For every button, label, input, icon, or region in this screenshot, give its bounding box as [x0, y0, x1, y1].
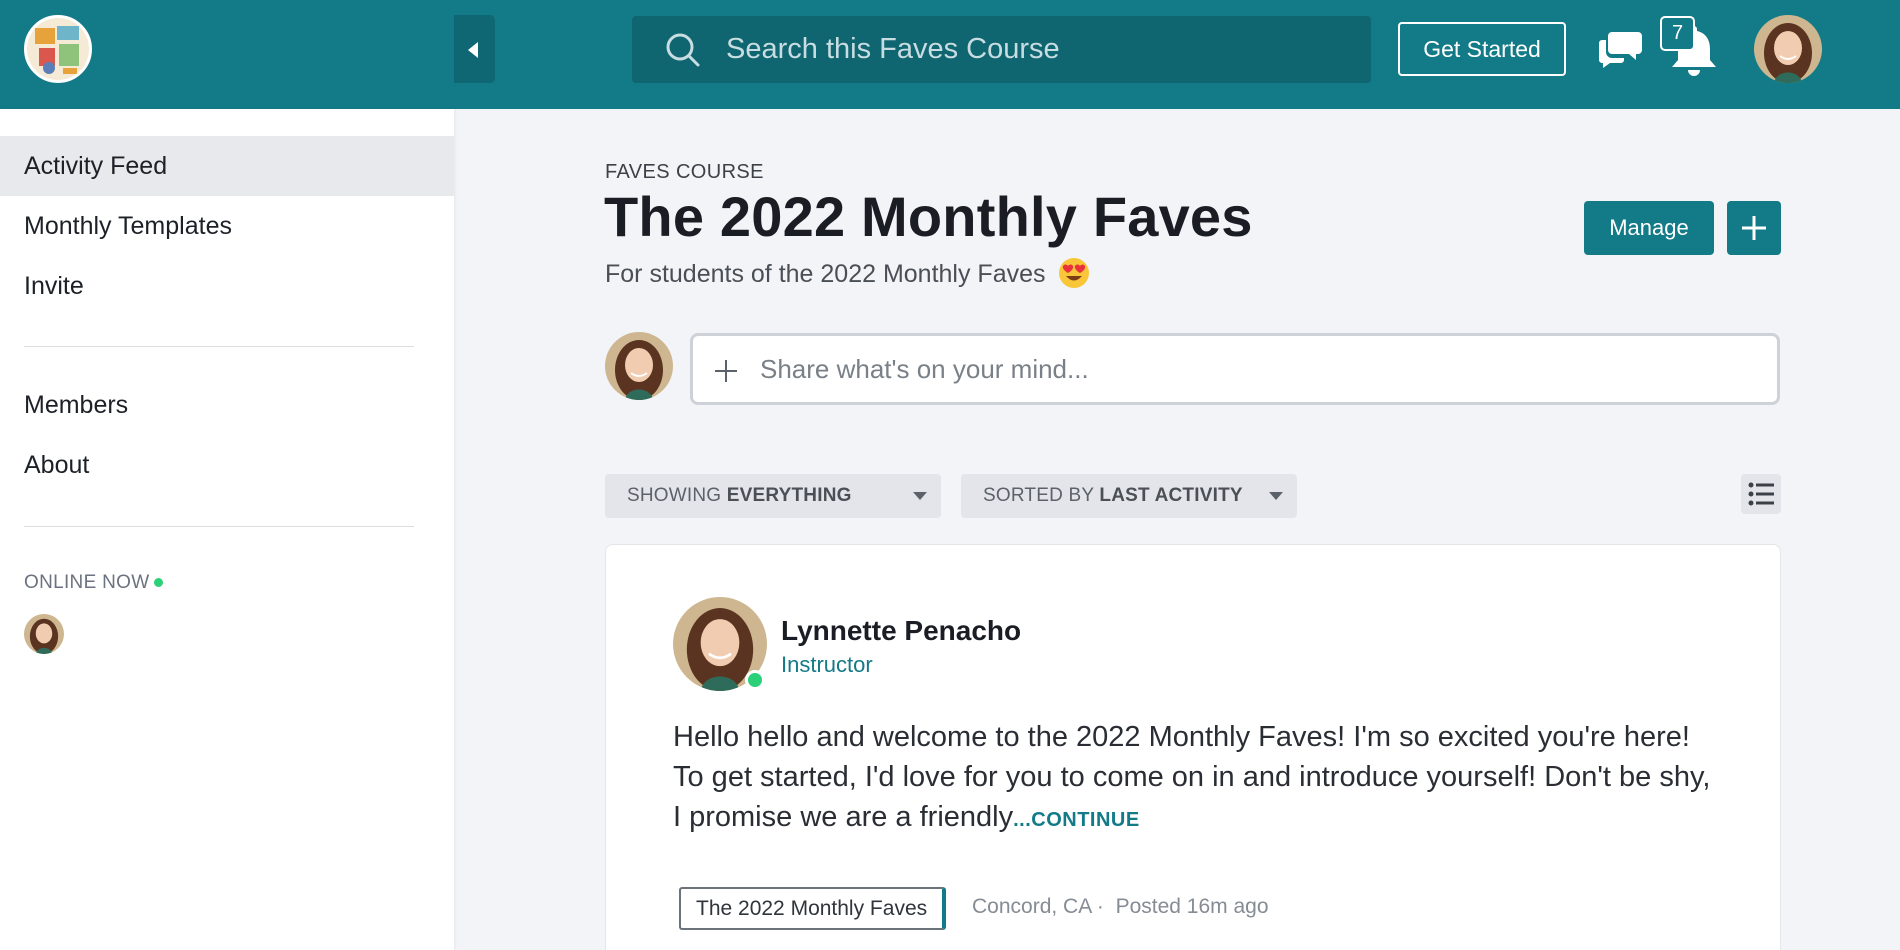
online-member-avatar[interactable]	[24, 614, 64, 654]
sidebar-item-activity-feed[interactable]: Activity Feed	[0, 136, 454, 196]
composer-avatar	[605, 332, 673, 400]
plus-icon	[1742, 216, 1766, 240]
post-location: Concord, CA	[972, 895, 1092, 918]
filter-prefix: SHOWING	[627, 485, 722, 506]
search-bar[interactable]	[632, 16, 1371, 83]
search-input[interactable]	[726, 16, 1346, 83]
page-title: The 2022 Monthly Faves	[604, 185, 1253, 248]
sidebar-item-invite[interactable]: Invite	[0, 256, 454, 316]
composer-placeholder: Share what's on your mind...	[760, 354, 1089, 384]
list-view-toggle[interactable]	[1741, 474, 1781, 514]
meta-separator: ·	[1096, 895, 1104, 918]
sidebar-item-members[interactable]: Members	[0, 375, 454, 435]
post-timestamp[interactable]: Posted 16m ago	[1116, 895, 1269, 918]
top-bar: Get Started 7	[0, 0, 1900, 109]
manage-button[interactable]: Manage	[1584, 201, 1714, 255]
sidebar-item-monthly-templates[interactable]: Monthly Templates	[0, 196, 454, 256]
continue-link[interactable]: ...CONTINUE	[1013, 809, 1140, 831]
post-author-name[interactable]: Lynnette Penacho	[781, 615, 1021, 647]
search-icon	[666, 33, 700, 67]
plus-icon	[715, 360, 737, 382]
post-space-tag[interactable]: The 2022 Monthly Faves	[679, 887, 947, 930]
sidebar: Activity Feed Monthly Templates Invite M…	[0, 109, 454, 950]
online-indicator-icon	[154, 578, 164, 588]
post-body: Hello hello and welcome to the 2022 Mont…	[673, 717, 1723, 840]
collapse-sidebar-button[interactable]	[454, 15, 495, 83]
filter-value: EVERYTHING	[726, 485, 852, 506]
notifications-button[interactable]: 7	[1660, 14, 1720, 76]
sidebar-divider	[24, 526, 414, 527]
community-logo[interactable]	[24, 15, 92, 83]
post-body-text: Hello hello and welcome to the 2022 Mont…	[673, 721, 1711, 833]
online-status-icon	[745, 670, 765, 690]
notification-badge: 7	[1660, 16, 1695, 51]
online-now-label: ONLINE NOW	[24, 572, 164, 594]
sort-value: LAST ACTIVITY	[1099, 485, 1243, 506]
chat-icon[interactable]	[1598, 26, 1644, 70]
post-card: Lynnette Penacho Instructor Hello hello …	[605, 544, 1781, 950]
sidebar-divider	[24, 346, 414, 347]
sort-prefix: SORTED BY	[983, 485, 1094, 506]
course-eyebrow: FAVES COURSE	[605, 161, 764, 183]
get-started-button[interactable]: Get Started	[1398, 22, 1566, 76]
caret-left-icon	[468, 42, 478, 58]
list-icon	[1748, 482, 1774, 506]
sidebar-item-about[interactable]: About	[0, 435, 454, 495]
heart-eyes-emoji-icon	[1059, 258, 1090, 288]
add-button[interactable]	[1727, 201, 1781, 255]
chevron-down-icon	[1269, 492, 1283, 500]
subtitle-text: For students of the 2022 Monthly Faves	[605, 260, 1046, 288]
user-avatar[interactable]	[1754, 15, 1822, 83]
post-meta: Concord, CA · Posted 16m ago	[972, 895, 1269, 919]
page-subtitle: For students of the 2022 Monthly Faves	[605, 257, 1090, 289]
chevron-down-icon	[913, 492, 927, 500]
sort-dropdown[interactable]: SORTED BY LAST ACTIVITY	[961, 474, 1297, 518]
showing-filter-dropdown[interactable]: SHOWING EVERYTHING	[605, 474, 941, 518]
post-composer[interactable]: Share what's on your mind...	[690, 333, 1780, 405]
post-author-role: Instructor	[781, 652, 873, 677]
online-now-text: ONLINE NOW	[24, 572, 150, 593]
